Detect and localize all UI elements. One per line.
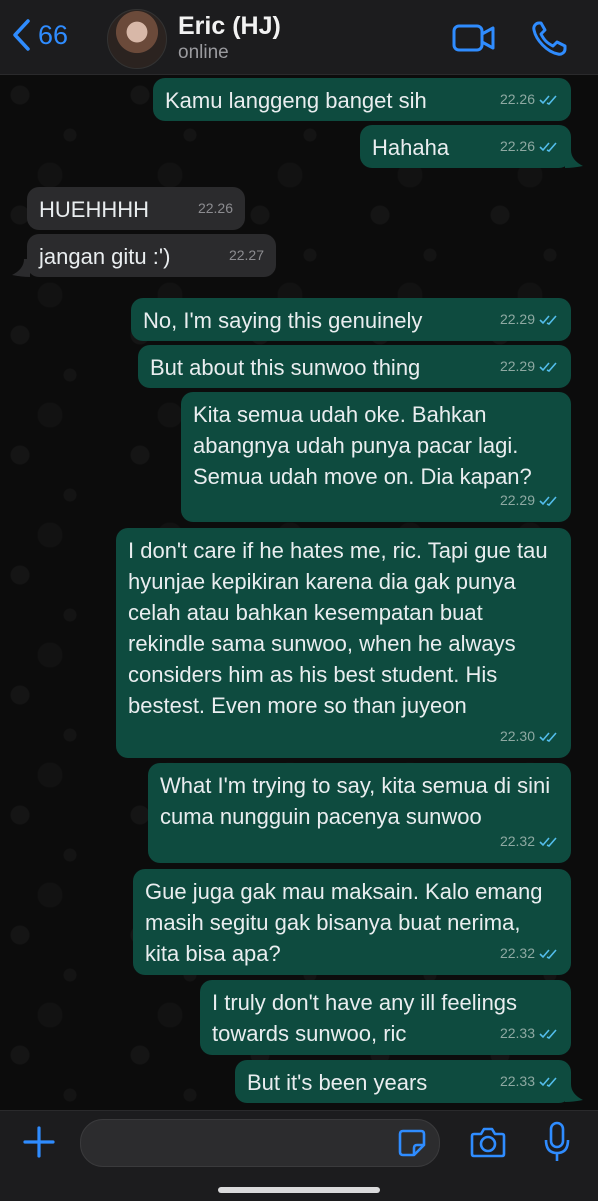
double-check-icon bbox=[539, 1028, 557, 1039]
message-bubble[interactable]: Kita semua udah oke. Bahkan abangnya uda… bbox=[181, 392, 571, 522]
video-call-button[interactable] bbox=[452, 22, 496, 54]
unread-count: 66 bbox=[38, 19, 69, 50]
message-meta: 22.30 bbox=[500, 721, 559, 752]
double-check-icon bbox=[539, 314, 557, 325]
message-text: No, I'm saying this genuinely bbox=[143, 308, 423, 333]
message-text: Kita semua udah oke. Bahkan abangnya uda… bbox=[193, 402, 532, 489]
message-time: 22.32 bbox=[499, 945, 535, 961]
message-text: What I'm trying to say, kita semua di si… bbox=[160, 773, 551, 829]
double-check-icon bbox=[539, 1076, 557, 1087]
message-meta: 22.29 bbox=[500, 304, 559, 335]
message-time: 22.30 bbox=[499, 728, 535, 744]
message-time: 22.33 bbox=[499, 1025, 535, 1041]
double-check-icon bbox=[539, 141, 557, 152]
message-bubble[interactable]: Kamu langgeng banget sih 22.26 bbox=[153, 78, 571, 121]
chevron-left-icon bbox=[13, 19, 30, 51]
message-bubble[interactable]: No, I'm saying this genuinely 22.29 bbox=[131, 298, 571, 341]
message-composer bbox=[0, 1110, 598, 1201]
camera-icon[interactable] bbox=[470, 1125, 506, 1159]
double-check-icon bbox=[539, 495, 557, 506]
back-button[interactable]: 66 bbox=[10, 18, 68, 52]
message-bubble[interactable]: But about this sunwoo thing 22.29 bbox=[138, 345, 571, 388]
double-check-icon bbox=[539, 94, 557, 105]
phone-icon[interactable] bbox=[530, 20, 568, 58]
message-time: 22.29 bbox=[499, 358, 535, 374]
message-bubble[interactable]: What I'm trying to say, kita semua di si… bbox=[148, 763, 571, 863]
plus-icon[interactable] bbox=[22, 1125, 56, 1159]
message-bubble[interactable]: HUEHHHH 22.26 bbox=[27, 187, 245, 230]
message-time: 22.26 bbox=[197, 200, 233, 216]
message-bubble[interactable]: Gue juga gak mau maksain. Kalo emang mas… bbox=[133, 869, 571, 975]
message-meta: 22.33 bbox=[500, 1066, 559, 1097]
message-time: 22.27 bbox=[228, 247, 264, 263]
message-list[interactable]: Kamu langgeng banget sih 22.26 Hahaha 22… bbox=[0, 75, 598, 1110]
message-time: 22.29 bbox=[499, 311, 535, 327]
contact-name[interactable]: Eric (HJ) bbox=[178, 12, 281, 41]
message-meta: 22.29 bbox=[500, 485, 559, 516]
message-time: 22.32 bbox=[499, 833, 535, 849]
message-meta: 22.32 bbox=[500, 938, 559, 969]
message-time: 22.29 bbox=[499, 492, 535, 508]
double-check-icon bbox=[539, 731, 557, 742]
message-bubble[interactable]: jangan gitu :') 22.27 bbox=[27, 234, 276, 277]
message-time: 22.33 bbox=[499, 1073, 535, 1089]
double-check-icon bbox=[539, 948, 557, 959]
bubble-tail bbox=[12, 259, 30, 277]
message-text: I don't care if he hates me, ric. Tapi g… bbox=[128, 538, 548, 718]
message-bubble[interactable]: Hahaha 22.26 bbox=[360, 125, 571, 168]
message-meta: 22.26 bbox=[198, 193, 233, 224]
message-meta: 22.27 bbox=[229, 240, 264, 271]
message-time: 22.26 bbox=[499, 91, 535, 107]
message-time: 22.26 bbox=[499, 138, 535, 154]
microphone-icon[interactable] bbox=[544, 1121, 570, 1163]
message-meta: 22.26 bbox=[500, 131, 559, 162]
double-check-icon bbox=[539, 836, 557, 847]
avatar[interactable] bbox=[107, 9, 167, 69]
message-text: But about this sunwoo thing bbox=[150, 355, 421, 380]
message-meta: 22.26 bbox=[500, 84, 559, 115]
message-bubble[interactable]: I don't care if he hates me, ric. Tapi g… bbox=[116, 528, 571, 758]
chat-header: 66 Eric (HJ) online bbox=[0, 0, 598, 75]
message-meta: 22.33 bbox=[500, 1018, 559, 1049]
message-bubble[interactable]: I truly don't have any ill feelings towa… bbox=[200, 980, 571, 1055]
sticker-icon[interactable] bbox=[397, 1128, 427, 1158]
double-check-icon bbox=[539, 361, 557, 372]
home-indicator bbox=[218, 1187, 380, 1193]
contact-status: online bbox=[178, 42, 229, 63]
bubble-tail bbox=[565, 150, 583, 168]
message-input[interactable] bbox=[80, 1119, 440, 1167]
bubble-tail bbox=[565, 1084, 583, 1102]
message-text: Gue juga gak mau maksain. Kalo emang mas… bbox=[145, 879, 543, 966]
message-meta: 22.29 bbox=[500, 351, 559, 382]
message-bubble[interactable]: But it's been years 22.33 bbox=[235, 1060, 571, 1103]
message-meta: 22.32 bbox=[500, 826, 559, 857]
